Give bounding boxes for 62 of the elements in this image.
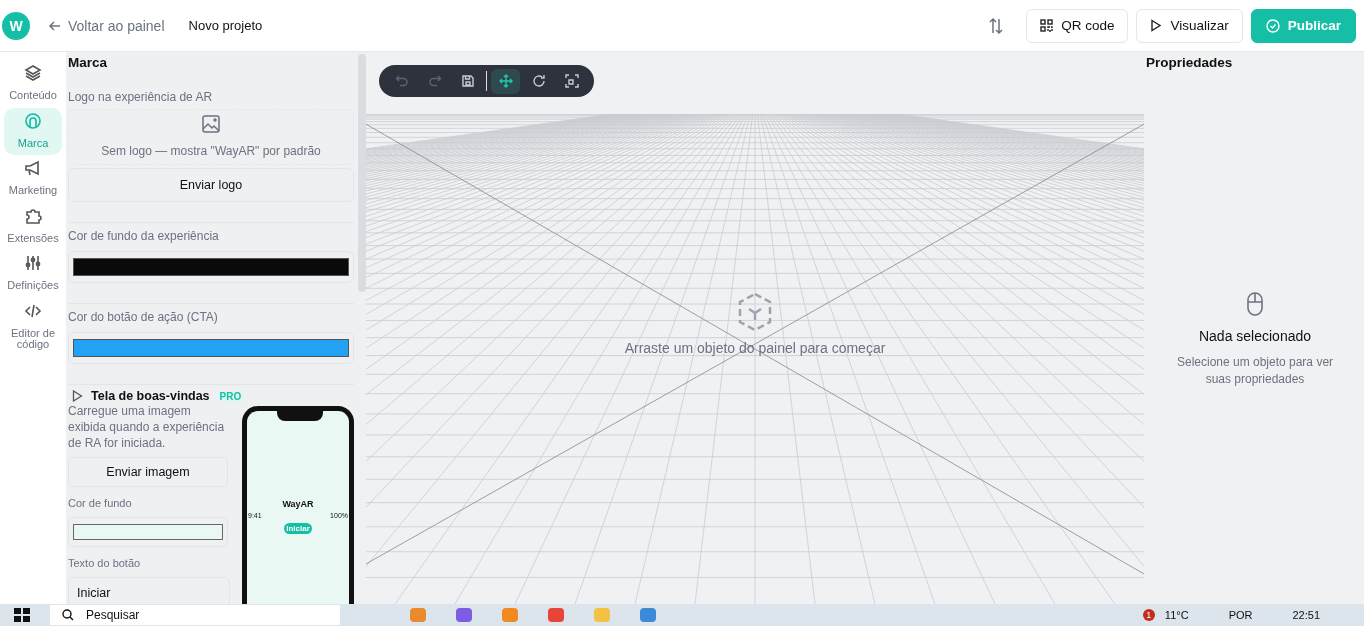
move-tool-button[interactable]: [491, 68, 520, 94]
section-title: Tela de boas-vindas: [91, 389, 210, 403]
redo-icon: [427, 74, 442, 88]
move-arrows-icon: [498, 74, 513, 88]
megaphone-icon: [24, 159, 42, 178]
section-description: Carregue uma imagem exibida quando a experiência de RA for iniciada.: [68, 403, 226, 451]
nav-item[interactable]: Definições: [4, 250, 62, 298]
empty-state-text: Selecione um objeto para ver suas propriedades: [1175, 354, 1335, 388]
field-label: Texto do botão: [68, 557, 142, 569]
notification-badge: 1: [1142, 609, 1155, 621]
canvas-hint-text: Arraste um objeto do painel para começar: [624, 340, 886, 356]
windows-start-icon[interactable]: [14, 608, 30, 622]
nav-item[interactable]: Conteúdo: [4, 60, 62, 108]
logo-dropzone[interactable]: Sem logo — mostra "WayAR" por padrão: [68, 109, 354, 165]
upload-image-button[interactable]: Enviar imagem: [68, 457, 228, 487]
empty-logo-text: Sem logo — mostra "WayAR" por padrão: [101, 144, 321, 158]
field-label: Logo na experiência de AR: [68, 90, 214, 104]
clock-text: 22:51: [1292, 609, 1320, 621]
field-label: Cor do botão de ação (CTA): [68, 310, 219, 324]
panel-title: Marca: [68, 54, 109, 70]
undo-icon: [394, 74, 409, 88]
check-circle-icon: [1265, 18, 1280, 33]
brand-icon: [24, 111, 42, 130]
cube-icon: [736, 292, 774, 332]
layers-icon: [24, 64, 42, 82]
play-icon: [72, 390, 83, 402]
preview-button[interactable]: Visualizar: [1136, 8, 1243, 43]
color-field[interactable]: [68, 517, 228, 547]
image-icon: [201, 114, 221, 134]
panel-title: Propriedades: [1146, 54, 1234, 70]
app-icon[interactable]: [456, 608, 472, 622]
phone-brand-text: WayAR: [282, 499, 314, 509]
field-label: Cor de fundo: [68, 497, 133, 509]
arrow-left-icon: [48, 18, 62, 33]
color-field[interactable]: [68, 251, 354, 283]
scale-icon: [564, 74, 579, 88]
puzzle-icon: [24, 206, 42, 225]
sort-arrows-icon[interactable]: [988, 16, 1005, 35]
qr-code-button[interactable]: QR code: [1026, 8, 1129, 43]
qr-code-icon: [1040, 19, 1054, 32]
pro-badge: PRO: [217, 390, 244, 402]
nav-item[interactable]: Extensões: [4, 202, 62, 251]
nav-item[interactable]: Marca: [4, 107, 62, 156]
language-indicator[interactable]: POR: [1228, 609, 1253, 621]
play-icon: [1150, 19, 1163, 32]
nav-item[interactable]: Editor de código: [4, 297, 62, 357]
sliders-icon: [24, 254, 42, 273]
save-icon: [460, 74, 475, 88]
nav-item[interactable]: Marketing: [4, 155, 62, 203]
upload-logo-button[interactable]: Enviar logo: [68, 168, 354, 202]
search-icon: [62, 609, 74, 621]
empty-state-title: Nada selecionado: [1198, 328, 1312, 344]
scrollbar[interactable]: [358, 54, 366, 292]
field-label: Cor de fundo da experiência: [68, 229, 220, 243]
project-name: Novo projeto: [188, 18, 263, 33]
phone-notch: [277, 411, 323, 421]
color-field[interactable]: [68, 332, 354, 364]
taskbar-search-field[interactable]: Pesquisar: [50, 605, 340, 625]
rotate-icon: [531, 74, 546, 88]
mouse-icon: [1247, 292, 1263, 316]
temperature-text: 11°C: [1164, 609, 1189, 621]
back-link[interactable]: Voltar ao painel: [48, 17, 165, 34]
